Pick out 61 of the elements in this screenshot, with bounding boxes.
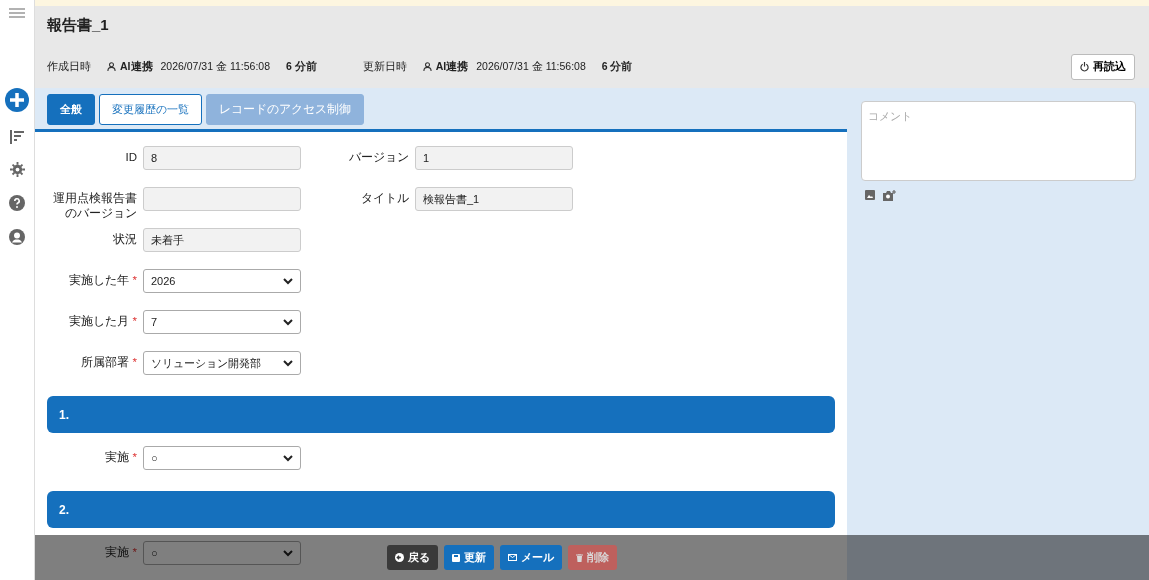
meta-label: 更新日時 bbox=[362, 59, 407, 74]
field-label: 運用点検報告書のバージョン bbox=[52, 191, 138, 222]
field-label: 実施した年 * bbox=[68, 273, 138, 289]
camera-icon[interactable] bbox=[883, 189, 896, 201]
field-label: バージョン bbox=[348, 150, 410, 166]
settings-icon[interactable] bbox=[9, 162, 25, 177]
field-label: 所属部署 * bbox=[80, 355, 138, 371]
trash-icon bbox=[576, 553, 583, 562]
page-title: 報告書_1 bbox=[47, 16, 110, 34]
readonly-field: 8 bbox=[143, 146, 301, 171]
back-icon bbox=[395, 553, 404, 562]
readonly-field: 検報告書_1 bbox=[415, 187, 573, 212]
field-label: タイトル bbox=[360, 191, 410, 207]
chevron-icon bbox=[283, 359, 293, 367]
select-field[interactable]: ○ bbox=[143, 541, 301, 566]
back-button[interactable]: 戻る bbox=[387, 544, 438, 571]
section-header: 2. bbox=[47, 491, 835, 529]
required-mark: * bbox=[132, 546, 137, 559]
relative-time: 6 分前 bbox=[601, 59, 633, 74]
add-icon[interactable] bbox=[5, 88, 29, 112]
select-field[interactable]: ○ bbox=[143, 446, 301, 471]
timestamp: 2026/07/31 金 11:56:08 bbox=[160, 59, 270, 74]
help-icon[interactable] bbox=[9, 195, 25, 211]
required-mark: * bbox=[132, 356, 137, 369]
readonly-field: 未着手 bbox=[143, 228, 301, 253]
field-label: 状況 bbox=[112, 232, 138, 248]
select-field[interactable]: ソリューション開発部 bbox=[143, 351, 301, 376]
timestamp: 2026/07/31 金 11:56:08 bbox=[476, 59, 586, 74]
required-mark: * bbox=[132, 315, 137, 328]
field-label: 実施 * bbox=[104, 450, 138, 466]
mail-icon bbox=[508, 554, 517, 561]
field-label: 実施した月 * bbox=[68, 314, 138, 330]
select-field[interactable]: 7 bbox=[143, 310, 301, 335]
field-label: 実施 * bbox=[104, 545, 138, 561]
required-mark: * bbox=[132, 274, 137, 287]
chevron-icon bbox=[283, 549, 293, 557]
user-name: AI連携 bbox=[435, 59, 469, 74]
chevron-icon bbox=[283, 277, 293, 285]
save-icon bbox=[452, 553, 460, 562]
chevron-icon bbox=[283, 454, 293, 462]
user-icon[interactable] bbox=[9, 229, 25, 245]
mail-button[interactable]: メール bbox=[500, 544, 562, 571]
readonly-field: 1 bbox=[415, 146, 573, 171]
reload-icon bbox=[1080, 61, 1089, 72]
relative-time: 6 分前 bbox=[286, 59, 317, 74]
field-label: ID bbox=[124, 150, 138, 166]
user-name: AI連携 bbox=[120, 59, 153, 74]
meta-label: 作成日時 bbox=[47, 59, 91, 74]
comment-field[interactable]: コメント bbox=[861, 101, 1136, 181]
tab[interactable]: 変更履歴の一覧 bbox=[99, 94, 202, 126]
image-icon[interactable] bbox=[865, 189, 875, 200]
user-icon bbox=[107, 62, 116, 72]
user-icon bbox=[422, 62, 432, 72]
reload-button[interactable]: 再読込 bbox=[1071, 54, 1135, 80]
required-mark: * bbox=[132, 451, 137, 464]
section-header: 1. bbox=[47, 396, 835, 434]
chevron-icon bbox=[283, 318, 293, 326]
update-button[interactable]: 更新 bbox=[444, 544, 494, 571]
select-field[interactable]: 2026 bbox=[143, 269, 301, 294]
tab[interactable]: 全般 bbox=[47, 94, 95, 126]
sort-icon[interactable] bbox=[10, 130, 24, 144]
